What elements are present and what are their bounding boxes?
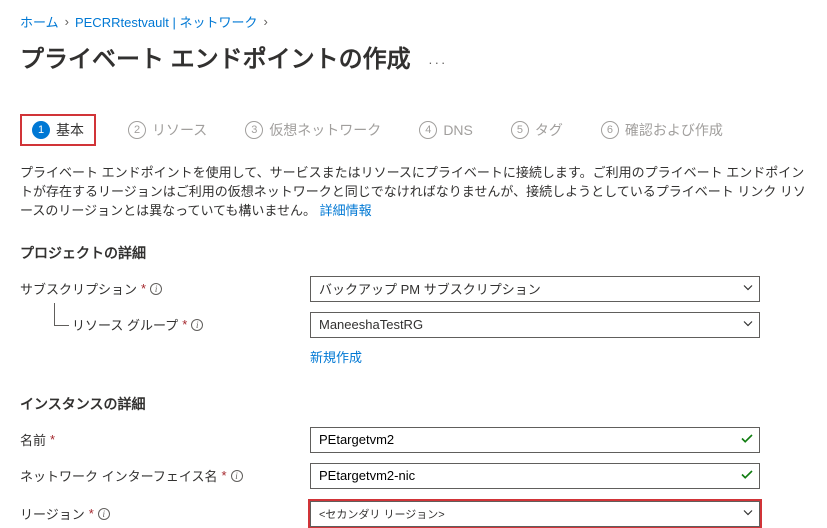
tab-number: 3 xyxy=(245,121,263,139)
region-select[interactable]: <セカンダリ リージョン> xyxy=(310,501,760,527)
page-title: プライベート エンドポイントの作成 xyxy=(20,39,411,74)
description-text: プライベート エンドポイントを使用して、サービスまたはリソースにプライベートに接… xyxy=(20,164,807,221)
tab-number: 6 xyxy=(601,121,619,139)
tab-number: 2 xyxy=(128,121,146,139)
tab-dns[interactable]: 4 DNS xyxy=(413,115,479,145)
section-instance-details: インスタンスの詳細 xyxy=(20,394,807,414)
tab-tags[interactable]: 5 タグ xyxy=(505,114,569,146)
info-icon[interactable]: i xyxy=(191,319,203,331)
learn-more-link[interactable]: 詳細情報 xyxy=(320,203,372,218)
required-icon: * xyxy=(50,432,55,447)
required-icon: * xyxy=(141,281,146,296)
section-project-details: プロジェクトの詳細 xyxy=(20,243,807,263)
create-new-link[interactable]: 新規作成 xyxy=(310,347,807,366)
tab-number: 1 xyxy=(32,121,50,139)
tab-label: 仮想ネットワーク xyxy=(269,120,381,140)
tab-label: 確認および作成 xyxy=(625,120,723,140)
chevron-right-icon: › xyxy=(65,14,69,29)
tab-resource[interactable]: 2 リソース xyxy=(122,114,213,146)
breadcrumb-home[interactable]: ホーム xyxy=(20,12,59,31)
breadcrumb-vault[interactable]: PECRRtestvault | ネットワーク xyxy=(75,12,258,31)
info-icon[interactable]: i xyxy=(98,508,110,520)
tab-vnet[interactable]: 3 仮想ネットワーク xyxy=(239,114,387,146)
tab-label: タグ xyxy=(535,120,563,140)
info-icon[interactable]: i xyxy=(231,470,243,482)
subscription-select[interactable]: バックアップ PM サブスクリプション xyxy=(310,276,760,302)
nic-name-label: ネットワーク インターフェイス名 xyxy=(20,466,217,485)
chevron-right-icon: › xyxy=(264,14,268,29)
name-input[interactable] xyxy=(310,427,760,453)
name-label: 名前 xyxy=(20,430,46,449)
tab-review[interactable]: 6 確認および作成 xyxy=(595,114,729,146)
tab-number: 4 xyxy=(419,121,437,139)
required-icon: * xyxy=(182,317,187,332)
tab-label: リソース xyxy=(152,120,207,140)
info-icon[interactable]: i xyxy=(150,283,162,295)
tab-label: DNS xyxy=(443,122,473,138)
breadcrumb: ホーム › PECRRtestvault | ネットワーク › xyxy=(20,12,807,31)
nic-name-input[interactable] xyxy=(310,463,760,489)
more-icon[interactable]: ··· xyxy=(428,55,447,70)
resource-group-select[interactable]: ManeeshaTestRG xyxy=(310,312,760,338)
required-icon: * xyxy=(221,468,226,483)
tab-number: 5 xyxy=(511,121,529,139)
tab-basics[interactable]: 1 基本 xyxy=(20,114,96,146)
resource-group-label: リソース グループ xyxy=(72,315,178,334)
subscription-label: サブスクリプション xyxy=(20,279,137,298)
wizard-tabs: 1 基本 2 リソース 3 仮想ネットワーク 4 DNS 5 タグ 6 確認およ… xyxy=(20,114,807,146)
region-label: リージョン xyxy=(20,504,85,523)
tab-label: 基本 xyxy=(56,120,84,140)
